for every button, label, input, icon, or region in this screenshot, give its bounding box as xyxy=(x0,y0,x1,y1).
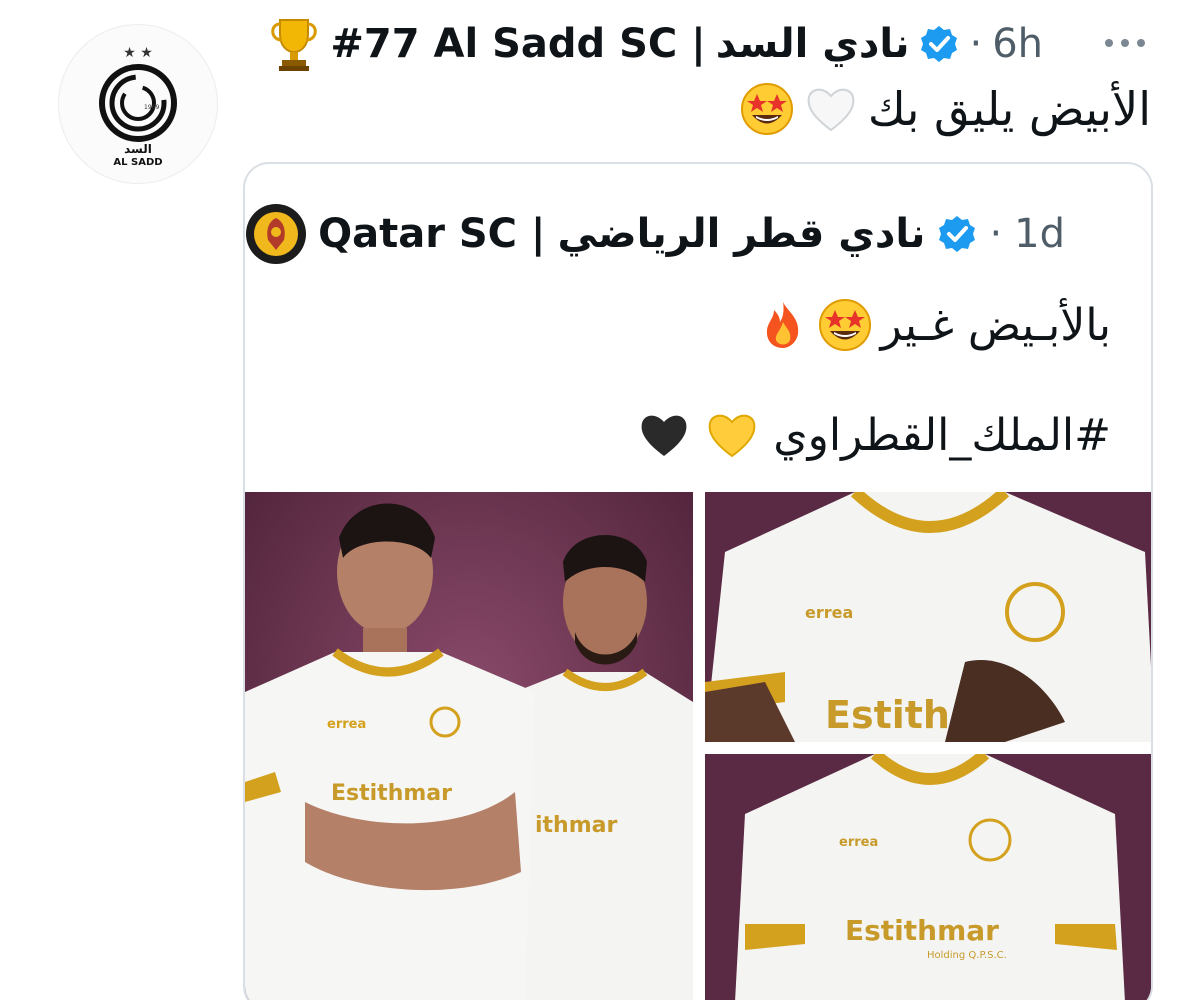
media-grid: ithmar errea Estithmar errea Estith erre… xyxy=(245,492,1151,1000)
quoted-header: Qatar SC | نادي قطر الرياضي · 1d xyxy=(246,204,1065,264)
media-image-3[interactable]: errea Estithmar Holding Q.P.S.C. xyxy=(705,754,1151,1000)
tweet-header: #77 Al Sadd SC | نادي السد · 6h xyxy=(268,14,1043,74)
two-players-in-white-kit-photo: ithmar errea Estithmar xyxy=(245,492,693,1000)
quoted-text-line2: #الملك_القطراوي xyxy=(637,400,1111,470)
hashtag-link[interactable]: #الملك_القطراوي xyxy=(773,410,1111,461)
svg-text:errea: errea xyxy=(327,717,366,732)
dot xyxy=(1105,39,1113,47)
black-heart-emoji xyxy=(641,415,687,456)
separator-dot: · xyxy=(989,211,1003,257)
quoted-text-line1: بالأبـيض غـير xyxy=(756,290,1111,360)
yellow-heart-emoji xyxy=(708,414,756,458)
svg-text:AL SADD: AL SADD xyxy=(113,157,162,168)
svg-text:★ ★: ★ ★ xyxy=(123,45,153,61)
author-handle[interactable]: #77 Al Sadd SC | xyxy=(330,21,705,67)
dot xyxy=(1137,39,1145,47)
media-image-2[interactable]: errea Estith xyxy=(705,492,1151,742)
star-struck-emoji xyxy=(740,83,793,135)
svg-text:errea: errea xyxy=(805,603,853,622)
tweet-text: الأبيض يليق بك xyxy=(740,74,1151,144)
author-avatar[interactable]: ★ ★ 1969 السد AL SADD xyxy=(58,24,218,184)
svg-text:errea: errea xyxy=(839,835,878,850)
svg-text:Estith: Estith xyxy=(825,693,950,737)
author-name[interactable]: نادي السد xyxy=(716,21,910,67)
quoted-author-name[interactable]: نادي قطر الرياضي xyxy=(558,211,926,257)
quoted-text-body: بالأبـيض غـير xyxy=(880,299,1111,351)
verified-badge-icon xyxy=(939,216,976,252)
svg-text:ithmar: ithmar xyxy=(535,813,617,838)
al-sadd-logo: ★ ★ 1969 السد AL SADD xyxy=(99,45,177,168)
kit-closeup-chest-photo: errea Estith xyxy=(705,492,1151,742)
tweet-text-body: الأبيض يليق بك xyxy=(867,82,1151,136)
quoted-author-handle[interactable]: Qatar SC | xyxy=(318,211,545,257)
fire-emoji xyxy=(767,302,799,348)
star-struck-emoji xyxy=(819,299,872,351)
trophy-icon xyxy=(271,19,318,71)
white-heart-emoji xyxy=(807,88,855,132)
media-image-1[interactable]: ithmar errea Estithmar xyxy=(245,492,693,1000)
svg-text:Estithmar: Estithmar xyxy=(331,781,452,806)
quoted-time[interactable]: 1d xyxy=(1014,211,1065,257)
qatar-sc-logo xyxy=(248,206,305,262)
verified-badge-icon xyxy=(921,26,958,62)
svg-text:Estithmar: Estithmar xyxy=(845,914,999,947)
separator-dot: · xyxy=(969,21,983,67)
svg-text:Holding Q.P.S.C.: Holding Q.P.S.C. xyxy=(927,950,1007,961)
kit-front-photo: errea Estithmar Holding Q.P.S.C. xyxy=(705,754,1151,1000)
dot xyxy=(1121,39,1129,47)
svg-text:السد: السد xyxy=(124,142,152,156)
svg-text:1969: 1969 xyxy=(144,104,159,111)
tweet-time[interactable]: 6h xyxy=(992,21,1043,67)
more-options-icon[interactable] xyxy=(1100,33,1150,53)
quoted-author-avatar[interactable] xyxy=(246,204,307,264)
quoted-tweet-card[interactable]: Qatar SC | نادي قطر الرياضي · 1d بالأبـي… xyxy=(243,162,1153,1000)
